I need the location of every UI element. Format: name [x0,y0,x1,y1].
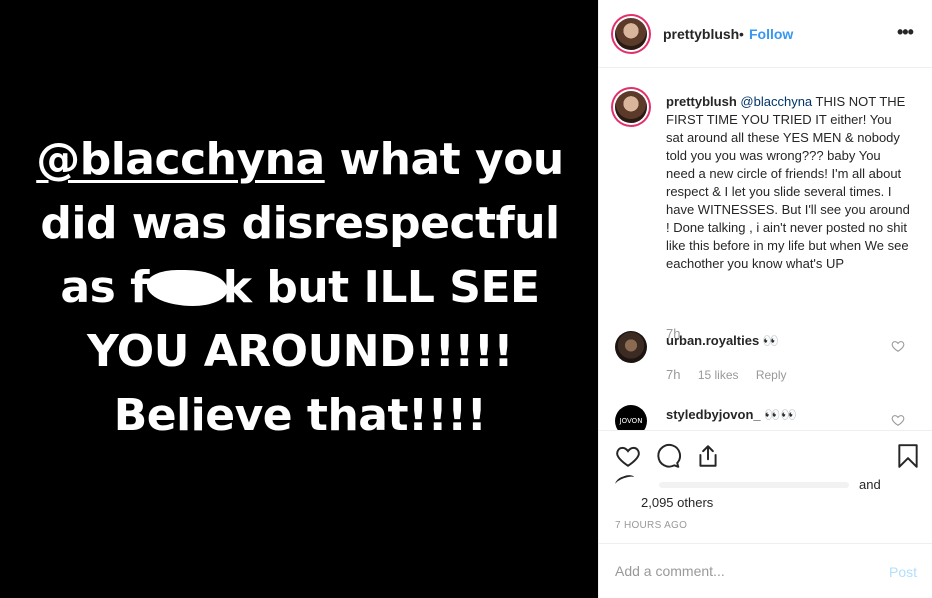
comment-like-heart-icon[interactable] [891,413,905,427]
media-line-4: YOU AROUND!!!!! [87,326,514,377]
liker-avatar [613,472,637,490]
comment-bubble-icon[interactable] [655,443,681,469]
caption-author-avatar[interactable] [615,91,647,123]
commenter-avatar[interactable] [615,331,647,363]
author-username[interactable]: prettyblush [663,26,739,42]
comment-text: 👀 [762,333,780,348]
author-avatar[interactable] [615,18,647,50]
post-header: prettyblush • Follow ••• [599,0,932,68]
post-actions-bar [599,430,932,480]
post-media[interactable]: @blacchyna what you did was disrespectfu… [0,0,598,598]
liker-names-blurred [659,482,849,488]
commenter-username[interactable]: styledbyjovon_ [666,407,761,422]
post-comment-button[interactable]: Post [889,564,917,580]
commenter-avatar[interactable]: JOVON [615,405,647,430]
caption-body: THIS NOT THE FIRST TIME YOU TRIED IT eit… [666,94,910,271]
caption-text: prettyblush @blacchyna THIS NOT THE FIRS… [666,93,911,273]
comment-text: 👀👀 [764,407,797,422]
more-options-icon[interactable]: ••• [897,22,914,43]
add-comment-bar: Post [599,543,932,598]
reply-button[interactable]: Reply [756,368,787,382]
follow-button[interactable]: Follow [749,26,793,42]
like-heart-icon[interactable] [615,443,641,469]
save-bookmark-icon[interactable] [895,443,921,469]
post-timestamp[interactable]: 7 HOURS AGO [615,520,687,531]
comments-list[interactable]: prettyblush @blacchyna THIS NOT THE FIRS… [599,69,932,430]
likes-and-label: and [859,477,881,492]
likes-others-count[interactable]: 2,095 others [641,495,713,510]
comment-timestamp[interactable]: 7h [666,367,680,382]
media-caption-text: @blacchyna what you did was disrespectfu… [20,128,580,448]
separator-dot: • [739,26,744,42]
caption-mention[interactable]: @blacchyna [740,94,812,109]
comment-likes-count[interactable]: 15 likes [698,368,739,382]
commenter-avatar-text: JOVON [619,417,643,425]
media-line-1: what you [324,134,565,185]
comment-input[interactable] [615,560,875,582]
media-line-3-end: k but ILL SEE [222,262,540,313]
comment-item: urban.royalties 👀 7h 15 likes Reply [615,331,925,391]
comment-item: JOVON styledbyjovon_ 👀👀 [615,405,925,430]
likes-summary[interactable]: and 2,095 others [613,472,915,516]
censor-blot [146,270,227,306]
media-mention: @blacchyna [36,134,325,185]
commenter-username[interactable]: urban.royalties [666,333,759,348]
caption-username[interactable]: prettyblush [666,94,737,109]
share-upload-icon[interactable] [695,443,721,469]
media-line-5: Believe that!!!! [113,390,487,441]
media-line-2: did was disrespectful [40,198,560,249]
media-line-3-start: as f [60,262,149,313]
post-side-panel: prettyblush • Follow ••• prettyblush @bl… [598,0,932,598]
comment-like-heart-icon[interactable] [891,339,905,353]
